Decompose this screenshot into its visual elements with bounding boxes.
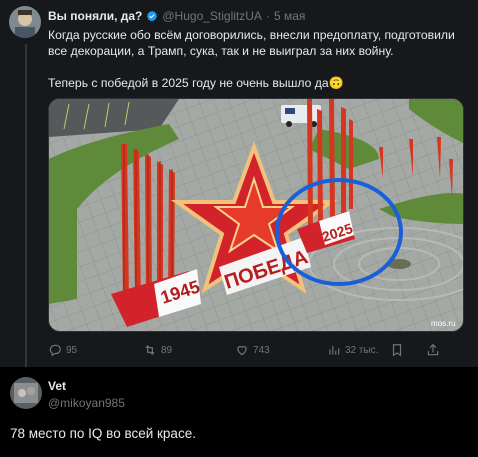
views-action[interactable]: 32 тыс. — [327, 343, 378, 357]
repost-action[interactable]: 89 — [143, 343, 172, 357]
thread-line — [25, 44, 27, 367]
tweet-text-line: Когда русские обо всём договорились, вне… — [48, 28, 455, 42]
tweet-actions: 95 89 743 32 тыс. — [48, 343, 448, 361]
tweet-text-line: Теперь с победой в 2025 году не очень вы… — [48, 75, 466, 91]
watermark-text: mos.ru — [431, 319, 455, 328]
reply-action[interactable]: 95 — [48, 343, 77, 357]
separator-dot: · — [265, 9, 270, 23]
reply-icon — [49, 344, 61, 357]
views-chart-icon — [329, 345, 340, 355]
like-action[interactable]: 743 — [235, 343, 270, 357]
reply-author-name[interactable]: Vet — [48, 379, 66, 393]
views-count: 32 тыс. — [345, 344, 379, 356]
tweet-text: Когда русские обо всём договорились, вне… — [48, 27, 466, 91]
reply-text: 78 место по IQ во всей красе. — [10, 426, 196, 441]
repost-count: 89 — [161, 344, 173, 356]
reply-author-name-row: Vet — [48, 379, 66, 393]
author-name[interactable]: Вы поняли, да? — [48, 9, 142, 23]
heart-icon — [237, 346, 247, 356]
tweet[interactable]: Вы поняли, да? @Hugo_StiglitzUA · 5 мая … — [0, 0, 478, 367]
tweet-text-line: все декорации, а Трамп, сука, так и не в… — [48, 44, 394, 58]
post-date[interactable]: 5 мая — [274, 9, 305, 23]
reply-author-handle[interactable]: @mikoyan985 — [48, 396, 125, 410]
victory-day-photo: 1945 ПОБЕДА 2025 mos.ru — [49, 99, 463, 331]
bookmark-action[interactable] — [390, 343, 404, 357]
tweet-text-content: Теперь с победой в 2025 году не очень вы… — [48, 76, 329, 90]
author-avatar[interactable] — [9, 6, 41, 38]
share-action[interactable] — [426, 343, 440, 357]
author-handle[interactable]: @Hugo_StiglitzUA — [162, 9, 262, 23]
like-count: 743 — [253, 344, 270, 356]
reply-author-avatar[interactable] — [10, 377, 42, 409]
upside-down-face-emoji: 🙃 — [328, 76, 344, 90]
repost-icon — [145, 345, 155, 355]
bookmark-icon — [392, 344, 402, 357]
share-icon — [427, 343, 439, 356]
reply-avatar-image — [10, 377, 42, 409]
tweet-media-photo[interactable]: 1945 ПОБЕДА 2025 mos.ru — [48, 98, 464, 332]
reply-count: 95 — [66, 344, 78, 356]
verified-badge-icon — [147, 10, 158, 22]
avatar-image — [9, 6, 41, 38]
reply-tweet[interactable]: Vet @mikoyan985 78 место по IQ во всей к… — [0, 367, 478, 457]
tweet-header: Вы поняли, да? @Hugo_StiglitzUA · 5 мая — [48, 9, 305, 23]
reply-handle-row: @mikoyan985 — [48, 396, 125, 410]
